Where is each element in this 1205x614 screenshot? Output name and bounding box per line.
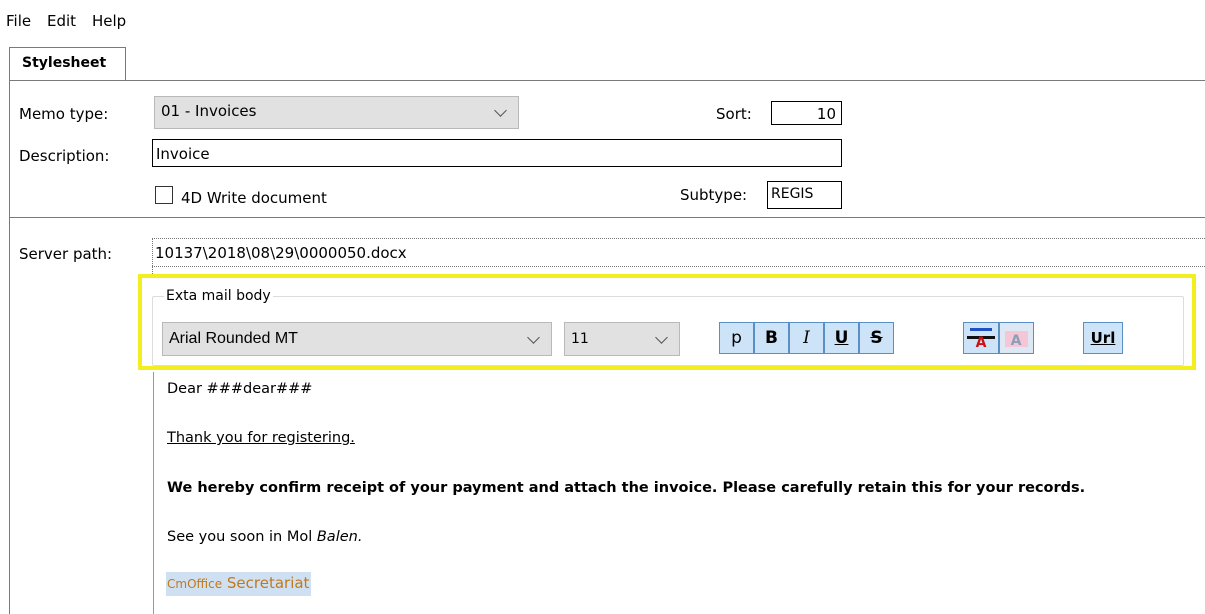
sort-field[interactable]: 10 <box>771 101 842 125</box>
doc-line-confirmation: We hereby confirm receipt of your paymen… <box>167 480 1086 496</box>
strikethrough-button[interactable]: S <box>859 322 894 354</box>
chevron-down-icon <box>494 104 507 117</box>
section-divider <box>9 217 1205 218</box>
doc-line-closing: See you soon in Mol Balen. <box>167 529 362 545</box>
server-path-field[interactable]: 10137\2018\08\29\0000050.docx <box>152 238 1205 267</box>
underline-button-label: U <box>834 328 849 348</box>
doc-line-greeting: Dear ###dear### <box>167 381 313 397</box>
description-value: Invoice <box>156 145 210 163</box>
description-label: Description: <box>19 147 110 165</box>
svg-text:A: A <box>976 335 987 351</box>
server-path-label: Server path: <box>19 245 113 263</box>
plain-button[interactable]: p <box>719 322 754 354</box>
font-size-dropdown[interactable]: 11 <box>564 322 680 356</box>
italic-button[interactable]: I <box>789 322 824 354</box>
server-path-left-border <box>152 238 154 278</box>
subtype-field[interactable]: REGIS <box>767 181 842 209</box>
text-color-icon: A <box>967 328 995 351</box>
sort-value: 10 <box>816 105 836 123</box>
doc-signature-dept: Secretariat <box>226 574 310 592</box>
chevron-down-icon <box>655 331 668 344</box>
chevron-down-icon <box>527 331 540 344</box>
memo-type-value: 01 - Invoices <box>161 102 257 120</box>
italic-button-label: I <box>803 328 810 348</box>
underline-button[interactable]: U <box>824 322 859 354</box>
subtype-value: REGIS <box>771 186 814 202</box>
bold-button[interactable]: B <box>754 322 789 354</box>
memo-type-dropdown[interactable]: 01 - Invoices <box>154 96 519 129</box>
font-dropdown[interactable]: Arial Rounded MT <box>162 322 552 356</box>
menu-bar: File Edit Help <box>0 0 1205 38</box>
highlight-color-icon: A <box>1005 331 1028 349</box>
font-value: Arial Rounded MT <box>169 330 298 347</box>
menu-edit[interactable]: Edit <box>47 12 76 30</box>
mail-body-group-label: Exta mail body <box>164 288 273 304</box>
doc-line-closing-italic: Balen. <box>316 529 363 545</box>
doc-signature-org: CmOffice <box>167 577 223 591</box>
write-doc-checkbox[interactable] <box>155 186 173 204</box>
strikethrough-button-label: S <box>870 328 883 348</box>
doc-line-thanks: Thank you for registering. <box>167 430 355 446</box>
svg-text:A: A <box>1011 333 1022 349</box>
url-button-label: Url <box>1090 329 1116 347</box>
sort-label: Sort: <box>716 105 752 123</box>
plain-button-label: p <box>731 328 742 348</box>
text-color-button[interactable]: A <box>963 322 999 354</box>
highlight-color-button[interactable]: A <box>999 322 1034 354</box>
tab-stylesheet[interactable]: Stylesheet <box>9 47 126 81</box>
tab-stylesheet-label: Stylesheet <box>22 55 107 71</box>
doc-line-closing-text: See you soon in Mol <box>167 529 317 545</box>
memo-type-label: Memo type: <box>19 105 109 123</box>
description-field[interactable]: Invoice <box>152 139 842 167</box>
write-doc-label: 4D Write document <box>181 189 327 207</box>
bold-button-label: B <box>765 328 778 348</box>
menu-file[interactable]: File <box>6 12 31 30</box>
subtype-label: Subtype: <box>680 186 748 204</box>
font-size-value: 11 <box>571 331 589 347</box>
url-button[interactable]: Url <box>1083 322 1123 354</box>
server-path-value: 10137\2018\08\29\0000050.docx <box>155 244 407 262</box>
menu-help[interactable]: Help <box>92 12 126 30</box>
doc-line-signature: CmOffice Secretariat <box>166 572 312 596</box>
